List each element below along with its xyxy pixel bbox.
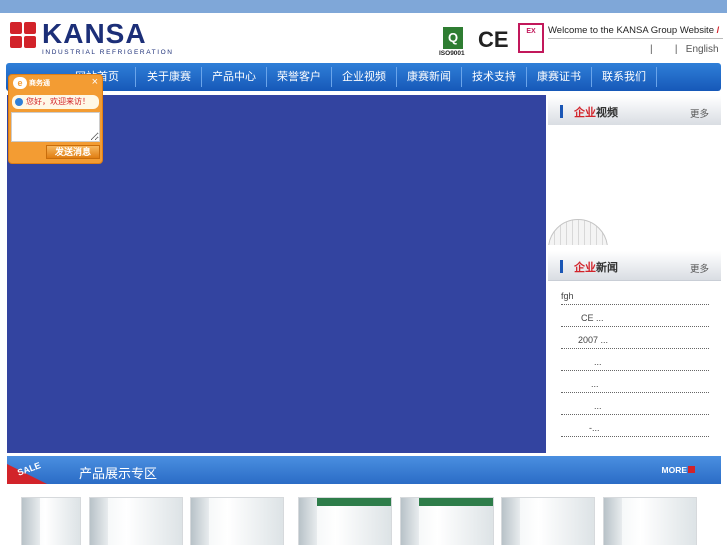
lang-separator: | — [674, 44, 678, 55]
nav-item-support[interactable]: 技术支持 — [462, 63, 526, 91]
product-thumbnail[interactable] — [89, 497, 183, 545]
news-item-text: ... — [594, 401, 602, 411]
nav-item-about[interactable]: 关于康赛 — [137, 63, 201, 91]
iso-mark-icon: Q — [443, 27, 463, 49]
nav-item-certificates[interactable]: 康赛证书 — [527, 63, 591, 91]
news-item-text: 2007 ... — [578, 335, 609, 345]
video-more-link[interactable]: 更多 — [690, 106, 709, 120]
chat-logo-icon: e — [13, 77, 27, 89]
video-panel[interactable] — [548, 125, 721, 245]
ex-cert-badge: EX — [518, 23, 544, 53]
news-list: fgh CE ... 2007 ... ... ... ... -... — [561, 291, 711, 445]
iso-cert-label: ISO9001 — [439, 50, 465, 57]
sale-tag: SALE — [7, 458, 47, 484]
smiley-icon — [15, 98, 23, 106]
video-panel-title: 企业视频 — [574, 107, 618, 119]
nav-divider — [656, 67, 657, 87]
news-item-text: -... — [589, 423, 600, 433]
products-more-link[interactable]: MORE — [662, 465, 688, 475]
page: KANSA INDUSTRIAL REFRIGERATION Q ISO9001… — [0, 0, 727, 545]
ce-cert-badge: CE — [478, 27, 509, 52]
logo-subtitle: INDUSTRIAL REFRIGERATION — [42, 49, 174, 56]
product-thumbnail[interactable] — [21, 497, 81, 545]
arrow-right-icon[interactable] — [688, 466, 695, 473]
dotted-divider — [561, 391, 709, 393]
news-item-text: ... — [591, 379, 599, 389]
dotted-divider — [561, 303, 709, 305]
list-item[interactable]: ... — [561, 401, 711, 423]
kansa-logo[interactable]: KANSA INDUSTRIAL REFRIGERATION — [10, 18, 172, 60]
products-title: 产品展示专区 — [79, 466, 158, 481]
news-panel-header: 企业新闻 更多 — [548, 251, 721, 281]
video-panel-header: 企业视频 更多 — [548, 96, 721, 126]
globe-icon — [548, 219, 608, 245]
nav-item-clients[interactable]: 荣誉客户 — [267, 63, 331, 91]
welcome-text: Welcome to the KANSA Group Website — [548, 25, 714, 36]
list-item[interactable]: ... — [561, 379, 711, 401]
dotted-divider — [561, 325, 709, 327]
chat-header: e 商务通 × — [11, 76, 100, 91]
close-icon[interactable]: × — [92, 76, 98, 88]
dotted-divider — [561, 369, 709, 371]
products-header: SALE 产品展示专区 MORE — [7, 456, 721, 484]
main-nav: 网站首页 关于康赛 产品中心 荣誉客户 企业视频 康赛新闻 技术支持 康赛证书 … — [6, 63, 721, 91]
dotted-divider — [561, 347, 709, 349]
news-more-link[interactable]: 更多 — [690, 261, 709, 275]
chat-message-input[interactable] — [11, 112, 100, 142]
product-thumbnail[interactable] — [400, 497, 494, 545]
nav-divider — [135, 67, 136, 87]
dotted-divider — [561, 435, 709, 437]
logo-text: KANSA — [42, 18, 147, 49]
news-panel-title: 企业新闻 — [574, 262, 618, 274]
welcome-bar: Welcome to the KANSA Group Website / — [548, 25, 723, 39]
header-accent-bar — [560, 260, 563, 273]
nav-item-video[interactable]: 企业视频 — [332, 63, 396, 91]
nav-item-products[interactable]: 产品中心 — [202, 63, 266, 91]
header: KANSA INDUSTRIAL REFRIGERATION Q ISO9001… — [0, 13, 727, 63]
chat-widget: e 商务通 × 您好，欢迎来访！ 发送消息 — [8, 74, 103, 164]
send-message-button[interactable]: 发送消息 — [46, 145, 100, 159]
chat-brand: 商务通 — [29, 80, 50, 87]
lang-separator: | — [650, 44, 653, 55]
top-strip — [0, 0, 727, 13]
product-thumbnail[interactable] — [298, 497, 392, 545]
welcome-slash: / — [716, 25, 720, 36]
dotted-divider — [561, 413, 709, 415]
product-thumbnail[interactable] — [501, 497, 595, 545]
chat-greeting: 您好，欢迎来访！ — [12, 95, 99, 109]
product-thumbnail[interactable] — [190, 497, 284, 545]
list-item[interactable]: CE ... — [561, 313, 711, 335]
header-accent-bar — [560, 105, 563, 118]
nav-item-news[interactable]: 康赛新闻 — [397, 63, 461, 91]
list-item[interactable]: ... — [561, 357, 711, 379]
logo-mark-icon — [10, 22, 38, 48]
list-item[interactable]: fgh — [561, 291, 711, 313]
lang-english-link[interactable]: English — [686, 44, 719, 55]
product-thumbnail[interactable] — [603, 497, 697, 545]
iso-cert-badge: Q ISO9001 — [439, 23, 467, 59]
news-item-text: ... — [594, 357, 602, 367]
news-item-text: fgh — [561, 291, 574, 301]
list-item[interactable]: -... — [561, 423, 711, 445]
list-item[interactable]: 2007 ... — [561, 335, 711, 357]
nav-item-contact[interactable]: 联系我们 — [592, 63, 656, 91]
language-switcher: | | English — [650, 44, 719, 55]
news-item-text: CE ... — [581, 313, 604, 323]
